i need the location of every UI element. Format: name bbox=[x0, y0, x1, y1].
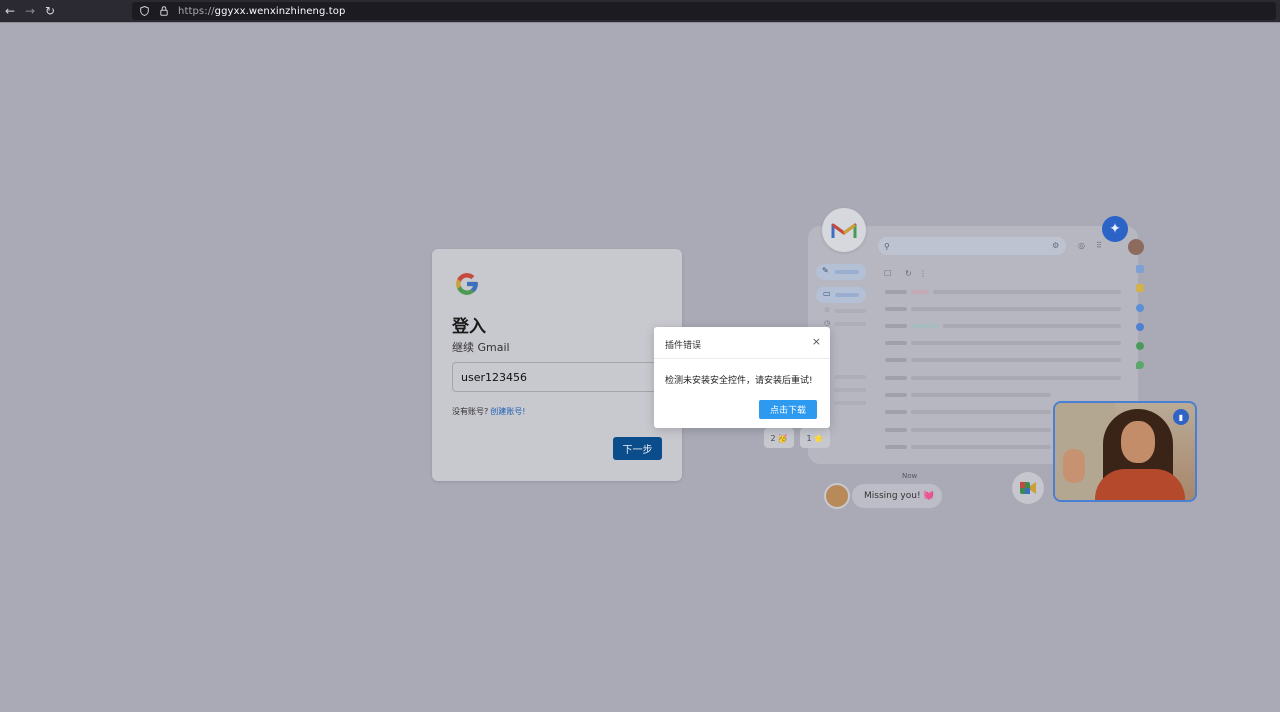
forward-icon[interactable]: → bbox=[20, 0, 40, 22]
sparkle-icon: ✦ bbox=[1102, 216, 1128, 242]
sidebar-line bbox=[834, 388, 866, 392]
star-icon: ☆ bbox=[824, 306, 831, 314]
dialog-divider bbox=[654, 358, 830, 359]
more-icon: ⋮ bbox=[919, 269, 927, 278]
inbox-icon: ▭ bbox=[823, 289, 831, 298]
url-scheme: https:// bbox=[178, 5, 215, 17]
mail-row bbox=[911, 428, 1051, 432]
no-account-text: 没有账号? 创建账号! bbox=[452, 406, 525, 417]
sidebar-line bbox=[834, 401, 866, 405]
maps-icon bbox=[1136, 361, 1144, 369]
next-button[interactable]: 下一步 bbox=[613, 437, 662, 460]
chat-avatar bbox=[824, 483, 850, 509]
search-icon: ⚲ bbox=[884, 241, 890, 251]
party-emoji-icon: 🥳 bbox=[777, 433, 788, 443]
lock-icon[interactable] bbox=[156, 6, 172, 16]
sidebar-line bbox=[834, 375, 866, 379]
no-account-label: 没有账号? bbox=[452, 407, 489, 416]
dialog-title: 插件错误 bbox=[665, 341, 702, 351]
mail-row bbox=[911, 445, 1051, 449]
toolbar-divider bbox=[0, 22, 1280, 23]
avatar bbox=[1128, 239, 1144, 255]
login-subtitle: 继续 Gmail bbox=[452, 341, 510, 354]
checkbox-icon: ☐ bbox=[884, 269, 892, 278]
chat-timestamp: Now bbox=[902, 472, 918, 480]
pencil-icon: ✎ bbox=[822, 266, 829, 275]
star-emoji-icon: ⭐ bbox=[813, 433, 824, 443]
login-title: 登入 bbox=[452, 317, 486, 337]
mail-row bbox=[885, 324, 907, 328]
mail-row bbox=[911, 376, 1121, 380]
help-icon: ◎ bbox=[1078, 241, 1085, 250]
refresh-icon: ↻ bbox=[905, 269, 912, 278]
video-person-face bbox=[1121, 421, 1155, 463]
inbox-bar bbox=[835, 293, 859, 297]
video-call-tile: ▮ bbox=[1053, 401, 1197, 502]
plugin-error-dialog: 插件错误 × 检测未安装安全控件，请安装后重试! 点击下载 bbox=[654, 327, 830, 428]
reaction-chip: 2 🥳 bbox=[764, 428, 794, 448]
keep-icon bbox=[1136, 284, 1144, 292]
mail-row bbox=[911, 307, 1121, 311]
contacts-icon bbox=[1136, 323, 1144, 331]
dialog-message: 检测未安装安全控件，请安装后重试! bbox=[665, 376, 813, 386]
audio-level-icon: ▮ bbox=[1173, 409, 1189, 425]
mail-row bbox=[885, 290, 907, 294]
video-person-hand bbox=[1063, 449, 1085, 483]
inbox-item-mock: ▭ bbox=[816, 287, 866, 303]
mail-row bbox=[911, 393, 1051, 397]
mail-row bbox=[933, 290, 1121, 294]
close-icon[interactable]: × bbox=[812, 335, 821, 349]
reload-icon[interactable]: ↻ bbox=[40, 0, 60, 22]
mail-row bbox=[911, 324, 939, 328]
google-meet-icon bbox=[1012, 472, 1044, 504]
back-icon[interactable]: ← bbox=[0, 0, 20, 22]
tasks-icon bbox=[1136, 304, 1144, 312]
gmail-logo-icon bbox=[822, 208, 866, 252]
reaction-count: 1 bbox=[806, 433, 812, 443]
mail-row bbox=[943, 324, 1121, 328]
mail-row bbox=[885, 445, 907, 449]
create-account-link[interactable]: 创建账号! bbox=[490, 407, 525, 416]
mail-row bbox=[911, 358, 1121, 362]
video-person-shirt bbox=[1095, 469, 1185, 500]
url-host: ggyxx.wenxinzhineng.top bbox=[214, 5, 346, 17]
mail-row bbox=[885, 393, 907, 397]
reaction-count: 2 bbox=[770, 433, 776, 443]
clock-icon: ◷ bbox=[824, 319, 831, 327]
username-field[interactable]: user123456 bbox=[452, 362, 672, 392]
apps-grid-icon: ⠿ bbox=[1096, 241, 1102, 250]
google-logo-icon bbox=[454, 271, 480, 297]
mail-row bbox=[911, 410, 1051, 414]
url-text: https://ggyxx.wenxinzhineng.top bbox=[178, 6, 345, 17]
address-bar[interactable]: https://ggyxx.wenxinzhineng.top bbox=[132, 2, 1276, 20]
shield-icon[interactable] bbox=[136, 6, 152, 16]
filter-icon: ⚙ bbox=[1052, 241, 1060, 250]
chat-bubble: Missing you! 💓 bbox=[852, 484, 942, 508]
sidebar-line bbox=[834, 322, 866, 326]
sidebar-line bbox=[834, 309, 866, 313]
mock-search-bar: ⚲ bbox=[878, 237, 1066, 255]
mail-row bbox=[885, 341, 907, 345]
mail-row bbox=[885, 410, 907, 414]
mail-row bbox=[911, 290, 929, 294]
login-card: 登入 继续 Gmail user123456 没有账号? 创建账号! 下一步 bbox=[432, 249, 682, 481]
mail-row bbox=[911, 341, 1121, 345]
mail-row bbox=[885, 376, 907, 380]
mail-row bbox=[885, 428, 907, 432]
mail-row bbox=[885, 307, 907, 311]
compose-bar bbox=[835, 270, 859, 274]
mail-row bbox=[885, 358, 907, 362]
browser-toolbar: ← → ↻ https://ggyxx.wenxinzhineng.top bbox=[0, 0, 1280, 22]
download-button[interactable]: 点击下载 bbox=[759, 400, 817, 419]
reaction-chip: 1 ⭐ bbox=[800, 428, 830, 448]
calendar-icon bbox=[1136, 265, 1144, 273]
compose-button-mock: ✎ bbox=[816, 264, 866, 280]
phone-icon bbox=[1136, 342, 1144, 350]
